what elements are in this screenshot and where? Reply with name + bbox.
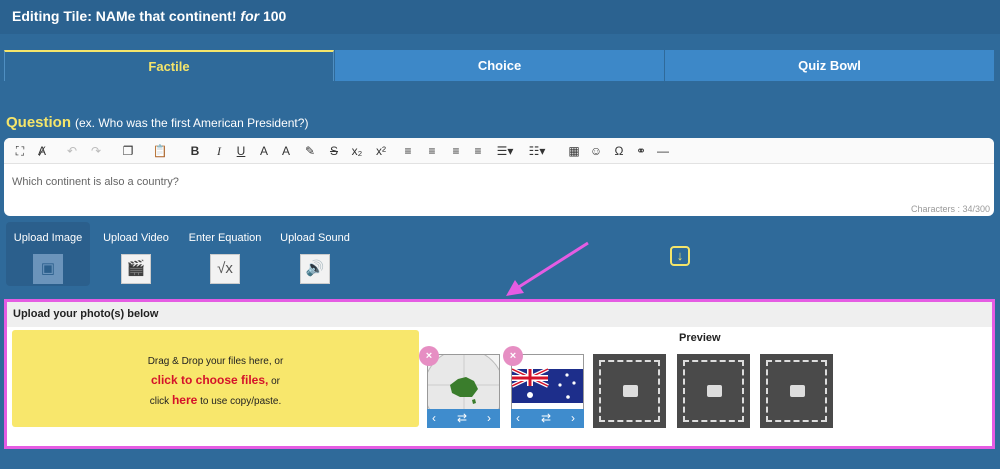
drop-or-text: or — [271, 376, 281, 387]
chevron-right-icon[interactable]: › — [571, 409, 575, 428]
chevron-left-icon[interactable]: ‹ — [432, 409, 436, 428]
replace-icon[interactable]: ⇄ — [457, 409, 467, 428]
drop-instructions: Drag & Drop your files here, or — [147, 356, 284, 367]
thumbnail-controls: ‹ ⇄ › — [427, 409, 500, 428]
thumbnail-controls: ‹ ⇄ › — [511, 409, 584, 428]
australia-flag-image — [511, 354, 584, 410]
empty-image-slot[interactable] — [593, 354, 666, 428]
chevron-right-icon[interactable]: › — [487, 409, 491, 428]
chevron-left-icon[interactable]: ‹ — [516, 409, 520, 428]
thumbnail-australia-globe[interactable]: ‹ ⇄ › × — [419, 346, 500, 428]
globe-image — [428, 355, 499, 409]
preview-label: Preview — [679, 332, 721, 344]
empty-image-slot[interactable] — [760, 354, 833, 428]
drop-zone[interactable]: Drag & Drop your files here, or click to… — [12, 330, 419, 427]
empty-image-slot[interactable] — [677, 354, 750, 428]
thumbnail-australia-flag[interactable]: ‹ ⇄ › × — [503, 346, 584, 428]
replace-icon[interactable]: ⇄ — [541, 409, 551, 428]
upload-panel: Upload your photo(s) below Drag & Drop y… — [4, 299, 995, 449]
remove-button[interactable]: × — [503, 346, 523, 366]
flag-image — [512, 355, 583, 409]
choose-files-link[interactable]: click to choose files, — [151, 373, 268, 387]
paste-here-link[interactable]: here — [172, 393, 197, 407]
image-placeholder-icon — [623, 385, 638, 397]
remove-button[interactable]: × — [419, 346, 439, 366]
image-placeholder-icon — [790, 385, 805, 397]
click-text: click — [149, 396, 170, 407]
image-placeholder-icon — [707, 385, 722, 397]
australia-globe-image — [427, 354, 500, 410]
paste-text: to use copy/paste. — [200, 396, 282, 407]
upload-heading: Upload your photo(s) below — [7, 302, 992, 327]
